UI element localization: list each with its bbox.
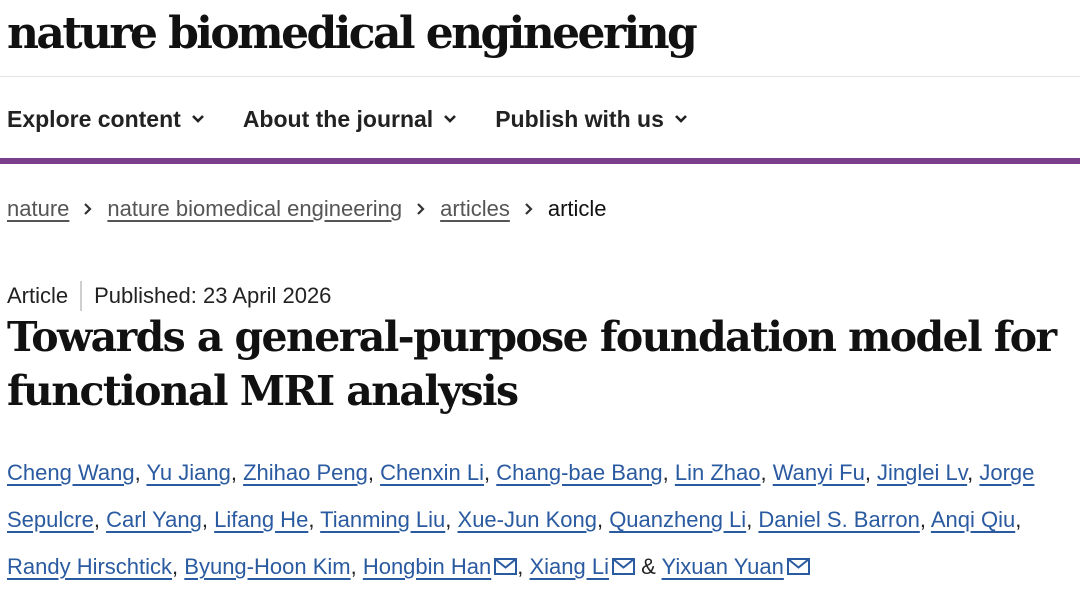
- nav-explore-content[interactable]: Explore content: [7, 106, 205, 133]
- author-link[interactable]: Yu Jiang: [146, 460, 230, 485]
- chevron-right-icon: [416, 202, 426, 216]
- envelope-icon[interactable]: [612, 544, 636, 591]
- author-item: Lin Zhao: [675, 460, 761, 485]
- breadcrumb-journal[interactable]: nature biomedical engineering: [107, 196, 402, 222]
- chevron-right-icon: [524, 202, 534, 216]
- author-item: Lifang He: [214, 507, 308, 532]
- author-item: Chenxin Li: [380, 460, 484, 485]
- author-item: Anqi Qiu: [931, 507, 1015, 532]
- author-item: Tianming Liu: [320, 507, 445, 532]
- author-link[interactable]: Randy Hirschtick: [7, 554, 172, 579]
- envelope-icon[interactable]: [494, 544, 518, 591]
- author-item: Cheng Wang: [7, 460, 135, 485]
- nav-item-label: Explore content: [7, 105, 181, 132]
- author-link[interactable]: Jinglei Lv: [877, 460, 967, 485]
- author-link[interactable]: Anqi Qiu: [931, 507, 1015, 532]
- author-link[interactable]: Carl Yang: [106, 507, 202, 532]
- breadcrumb-articles[interactable]: articles: [440, 196, 510, 222]
- author-item: Xue-Jun Kong: [458, 507, 597, 532]
- author-item: Wanyi Fu: [773, 460, 865, 485]
- author-item: Xiang Li: [530, 554, 636, 579]
- chevron-down-icon: [191, 115, 204, 123]
- author-item: Zhihao Peng: [243, 460, 368, 485]
- published-date: Published: 23 April 2026: [94, 283, 332, 308]
- author-link[interactable]: Quanzheng Li: [609, 507, 746, 532]
- author-item: Byung-Hoon Kim: [184, 554, 350, 579]
- author-link[interactable]: Tianming Liu: [320, 507, 445, 532]
- article-meta: Article Published: 23 April 2026: [7, 281, 331, 311]
- author-item: Yu Jiang: [146, 460, 230, 485]
- breadcrumb-current: article: [547, 196, 607, 221]
- author-link[interactable]: Wanyi Fu: [773, 460, 865, 485]
- breadcrumb-nature[interactable]: nature: [7, 196, 69, 222]
- author-link[interactable]: Byung-Hoon Kim: [184, 554, 350, 579]
- main-nav: Explore content About the journal Publis…: [7, 96, 726, 142]
- nav-publish-with-us[interactable]: Publish with us: [495, 106, 688, 133]
- author-link[interactable]: Cheng Wang: [7, 460, 135, 485]
- author-item: Quanzheng Li: [609, 507, 746, 532]
- author-link[interactable]: Yixuan Yuan: [662, 554, 784, 579]
- author-link[interactable]: Lin Zhao: [675, 460, 761, 485]
- nav-about-journal[interactable]: About the journal: [243, 106, 457, 133]
- author-item: Daniel S. Barron: [758, 507, 919, 532]
- meta-divider: [80, 281, 83, 311]
- author-item: Carl Yang: [106, 507, 202, 532]
- author-item: Randy Hirschtick: [7, 554, 172, 579]
- chevron-right-icon: [83, 202, 93, 216]
- author-link[interactable]: Daniel S. Barron: [758, 507, 919, 532]
- breadcrumb: nature nature biomedical engineering art…: [7, 196, 607, 222]
- author-link[interactable]: Lifang He: [214, 507, 308, 532]
- chevron-down-icon: [444, 115, 457, 123]
- author-link[interactable]: Hongbin Han: [363, 554, 491, 579]
- nav-item-label: About the journal: [242, 105, 434, 132]
- author-item: Hongbin Han: [363, 554, 518, 579]
- author-link[interactable]: Zhihao Peng: [243, 460, 368, 485]
- nav-item-label: Publish with us: [495, 105, 664, 132]
- envelope-icon[interactable]: [786, 544, 810, 591]
- chevron-down-icon: [674, 115, 687, 123]
- header-divider: [0, 76, 1080, 77]
- article-type: Article: [7, 283, 69, 308]
- author-link[interactable]: Chenxin Li: [380, 460, 484, 485]
- article-title: Towards a general-purpose foundation mod…: [7, 313, 1057, 415]
- accent-bar: [0, 158, 1080, 164]
- author-item: Chang-bae Bang: [496, 460, 662, 485]
- author-link[interactable]: Xiang Li: [530, 554, 610, 579]
- author-list: Cheng Wang, Yu Jiang, Zhihao Peng, Chenx…: [7, 449, 1079, 591]
- author-link[interactable]: Xue-Jun Kong: [458, 507, 597, 532]
- journal-masthead[interactable]: nature biomedical engineering: [7, 2, 698, 66]
- author-link[interactable]: Chang-bae Bang: [496, 460, 662, 485]
- author-item: Jinglei Lv: [877, 460, 967, 485]
- author-item: Yixuan Yuan: [662, 554, 810, 579]
